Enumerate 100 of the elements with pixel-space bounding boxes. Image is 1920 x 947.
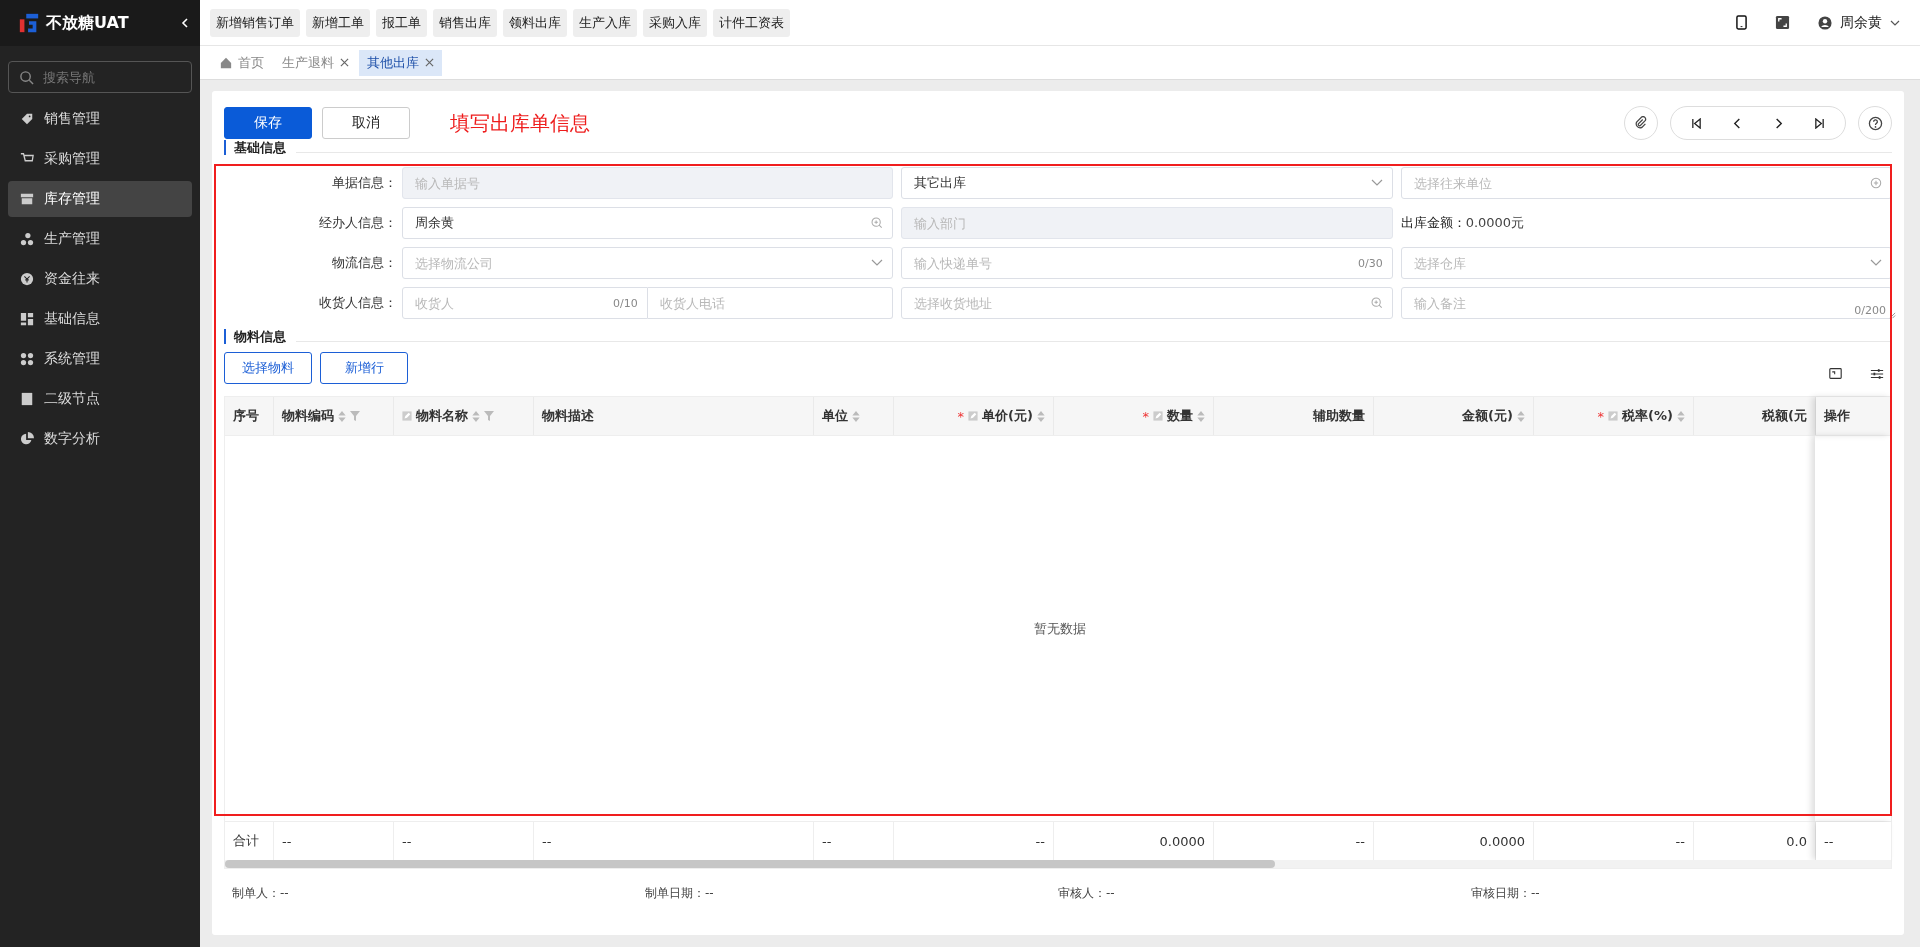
- paperclip-icon: [1634, 116, 1648, 130]
- input-field[interactable]: 选择往来单位: [1400, 167, 1892, 199]
- home-icon: [220, 56, 232, 69]
- char-counter: 0/200: [1854, 304, 1886, 317]
- select-field[interactable]: 其它出库: [901, 167, 1393, 199]
- select-field[interactable]: 选择物流公司: [402, 247, 894, 279]
- outline-button[interactable]: 新增行: [320, 352, 408, 384]
- table-cell: --: [1355, 833, 1365, 849]
- table-cell: --: [822, 833, 832, 849]
- nav-item[interactable]: 资金往来: [8, 261, 192, 297]
- box-icon: [20, 192, 34, 206]
- primary-button[interactable]: 保存: [224, 107, 312, 139]
- previous-icon[interactable]: [1732, 117, 1743, 129]
- chevron-down-icon: [871, 259, 884, 267]
- header-label: 物料编码: [282, 407, 334, 425]
- char-counter: 0/30: [1357, 256, 1383, 270]
- quick-link-button[interactable]: 采购入库: [643, 8, 707, 37]
- page-tab[interactable]: 首页: [212, 49, 272, 76]
- edit-icon: [968, 411, 979, 421]
- page-tab[interactable]: 其他出库: [359, 49, 442, 76]
- field-label: 经办人信息：: [318, 214, 397, 232]
- last-page-icon[interactable]: [1814, 117, 1825, 129]
- header-label: 物料描述: [542, 407, 594, 425]
- nav-item[interactable]: 生产管理: [8, 221, 192, 257]
- required-mark: *: [1142, 408, 1149, 424]
- nav-item[interactable]: 销售管理: [8, 101, 192, 137]
- field-label: 物流信息：: [331, 254, 397, 272]
- attachment-button[interactable]: [1624, 106, 1658, 140]
- close-icon[interactable]: [425, 58, 434, 67]
- mobile-icon[interactable]: [1736, 15, 1747, 30]
- table-cell: 0.0000: [1479, 833, 1525, 849]
- outline-button[interactable]: 选择物料: [224, 352, 312, 384]
- footer-value: --: [1531, 886, 1540, 900]
- header-label: 单价(元): [982, 407, 1033, 425]
- grid-icon: [20, 352, 34, 366]
- first-page-icon[interactable]: [1691, 117, 1702, 129]
- nav-item[interactable]: 基础信息: [8, 301, 192, 337]
- tag-icon: [20, 112, 34, 126]
- nav-item[interactable]: 二级节点: [8, 381, 192, 417]
- secondary-button[interactable]: 取消: [322, 107, 410, 139]
- chevron-down-icon: [1370, 179, 1383, 187]
- collapse-icon[interactable]: [180, 18, 190, 28]
- nav-item[interactable]: 库存管理: [8, 181, 192, 217]
- help-icon: [1867, 115, 1883, 131]
- page-tab[interactable]: 生产退料: [274, 49, 357, 76]
- nav-item[interactable]: 数字分析: [8, 421, 192, 457]
- section-title: 基础信息: [224, 140, 296, 155]
- header-label: 金额(元): [1462, 407, 1513, 425]
- quick-link-button[interactable]: 新增工单: [306, 8, 370, 37]
- search-field[interactable]: 搜索导航: [8, 61, 192, 93]
- quick-link-button[interactable]: 新增销售订单: [210, 8, 300, 37]
- field-label: 收货人信息：: [318, 294, 397, 312]
- pie-icon: [20, 432, 34, 446]
- edit-icon: [402, 411, 412, 421]
- nav-item[interactable]: 采购管理: [8, 141, 192, 177]
- table-cell: 合计: [233, 832, 259, 850]
- search-icon: [871, 217, 884, 229]
- annotation-note: 填写出库单信息: [450, 109, 590, 137]
- input-field[interactable]: 选择收货地址: [901, 287, 1393, 319]
- help-button[interactable]: [1858, 106, 1892, 140]
- amount-label: 出库金额：: [1400, 214, 1466, 232]
- input-field[interactable]: 收货人电话: [647, 287, 894, 319]
- close-icon[interactable]: [340, 58, 349, 67]
- quick-link-button[interactable]: 生产入库: [573, 8, 637, 37]
- doc-icon: [20, 392, 34, 406]
- user-menu[interactable]: 周余黄: [1818, 13, 1900, 32]
- quick-link-button[interactable]: 报工单: [376, 8, 427, 37]
- edit-icon: [1608, 411, 1619, 421]
- dots-icon: [20, 232, 34, 246]
- next-icon[interactable]: [1773, 117, 1784, 129]
- quick-link-button[interactable]: 计件工资表: [713, 8, 790, 37]
- footer-value: --: [705, 886, 714, 900]
- scrollbar-thumb[interactable]: [225, 860, 1275, 868]
- amount-value: 0.0000元: [1465, 214, 1525, 232]
- resize-handle-icon[interactable]: [1889, 312, 1896, 319]
- header-label: 税额(元: [1762, 407, 1807, 425]
- table-cell: --: [1035, 833, 1045, 849]
- input-field[interactable]: 周余黄: [402, 207, 894, 239]
- header-label: 数量: [1167, 407, 1193, 425]
- logo-icon: [18, 12, 40, 34]
- quick-link-button[interactable]: 销售出库: [433, 8, 497, 37]
- select-field[interactable]: 选择仓库: [1400, 247, 1892, 279]
- required-mark: *: [1597, 408, 1605, 424]
- footer-label: 审核人：: [1058, 886, 1106, 900]
- settings-sliders-icon[interactable]: [1870, 367, 1884, 381]
- footer-label: 制单日期：: [645, 886, 705, 900]
- table-cell: --: [402, 833, 412, 849]
- field-label: 单据信息：: [331, 174, 397, 192]
- chevron-down-icon: [1890, 19, 1900, 26]
- header-label: 税率(%): [1622, 407, 1673, 425]
- footer-value: --: [1106, 886, 1115, 900]
- chevron-down-icon: [1870, 259, 1882, 267]
- header-label: 操作: [1824, 407, 1850, 425]
- expand-icon[interactable]: [1829, 367, 1842, 380]
- char-counter: 0/10: [612, 296, 638, 310]
- header-label: 辅助数量: [1313, 407, 1365, 425]
- nav-item[interactable]: 系统管理: [8, 341, 192, 377]
- quick-link-button[interactable]: 领料出库: [503, 8, 567, 37]
- table-cell: --: [1824, 833, 1834, 849]
- fullscreen-icon[interactable]: [1775, 15, 1790, 30]
